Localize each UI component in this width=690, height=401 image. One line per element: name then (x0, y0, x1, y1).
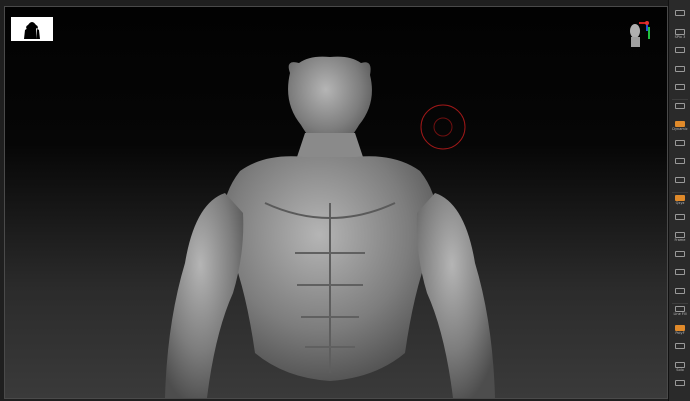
rotate3d-icon (675, 287, 685, 294)
shelf-tool-label: Dynamic (672, 127, 688, 131)
scroll-icon (675, 47, 685, 53)
shelf-tool-spix[interactable]: SPix 3 (672, 28, 688, 39)
shelf-tool-label: PolyF (675, 330, 685, 335)
shelf-tool-actual[interactable] (672, 84, 688, 94)
shelf-tool-aahalf[interactable] (672, 102, 688, 113)
shelf-tool-label: Qxyz (675, 201, 685, 205)
shelf-tool-label: Solo (676, 367, 684, 372)
shelf-tool-local[interactable] (672, 158, 688, 168)
move-icon (675, 250, 685, 257)
gizmo-icon (675, 176, 685, 183)
shelf-tool-label: Frame (674, 238, 686, 242)
shelf-tool-floor[interactable] (672, 139, 688, 150)
bpr-icon (675, 10, 685, 16)
head-gizmo-icon[interactable] (625, 19, 651, 55)
figure-silhouette-icon[interactable] (11, 17, 53, 41)
shelf-tool-label: SPix 3 (674, 34, 686, 39)
sculpt-model[interactable] (115, 53, 545, 398)
shelf-separator (672, 191, 688, 193)
zoom-icon (675, 65, 685, 72)
floor-icon (675, 139, 685, 146)
shelf-separator (672, 302, 688, 304)
aahalf-icon (675, 102, 685, 109)
local-icon (675, 158, 685, 164)
shelf-tool-zoom3d[interactable] (672, 269, 688, 279)
shelf-tool-dynamic-persp[interactable]: Dynamic (672, 121, 688, 131)
shelf-tool-rotate3d[interactable] (672, 287, 688, 298)
shelf-tool-transp[interactable] (672, 343, 688, 353)
transp-icon (675, 343, 685, 349)
shelf-tool-gizmo[interactable] (672, 176, 688, 187)
shelf-separator (672, 99, 688, 100)
shelf-tool-zoom[interactable] (672, 65, 688, 76)
xpose-icon (675, 380, 685, 386)
shelf-tool-line-fill[interactable]: Line Fill (672, 306, 688, 316)
shelf-tool-scroll[interactable] (672, 47, 688, 57)
right-shelf: SPix 3 Dynamic Qxyz Frame Line Fill PolyF Solo (668, 0, 690, 401)
shelf-tool-move[interactable] (672, 250, 688, 261)
shelf-tool-xpose[interactable] (672, 380, 688, 390)
rotate-icon (675, 213, 685, 220)
shelf-tool-solo[interactable]: Solo (672, 361, 688, 372)
shelf-tool-bpr[interactable] (672, 10, 688, 20)
canvas-viewport[interactable] (4, 6, 668, 399)
shelf-tool-frame[interactable]: Frame (672, 232, 688, 242)
shelf-tool-rotate[interactable] (672, 213, 688, 224)
shelf-tool-label: Line Fill (673, 312, 687, 316)
shelf-tool-xyz[interactable]: Qxyz (672, 195, 688, 205)
zoom3d-icon (675, 269, 685, 275)
shelf-tool-polyf[interactable]: PolyF (672, 324, 688, 335)
actual-icon (675, 84, 685, 90)
